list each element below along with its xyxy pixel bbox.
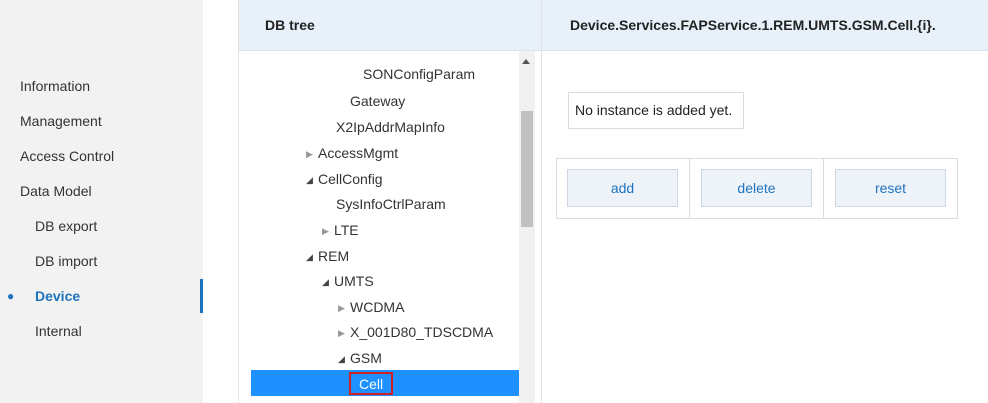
scrollbar-thumb[interactable]	[521, 111, 533, 227]
sidebar-item-information[interactable]: Information	[0, 69, 203, 103]
tree-node-label: X_001D80_TDSCDMA	[350, 324, 494, 340]
triangle-right-icon[interactable]: ▶	[322, 218, 334, 244]
sidebar-item-label: Internal	[35, 323, 82, 339]
sidebar-item-label: Information	[20, 78, 91, 94]
triangle-right-icon[interactable]: ▶	[306, 141, 318, 167]
empty-instance-notice: No instance is added yet.	[568, 92, 744, 129]
tree-node-gateway[interactable]: Gateway	[350, 88, 405, 114]
tree-node-sonconfigparam[interactable]: SONConfigParam	[363, 61, 475, 87]
action-buttons: add delete reset	[556, 158, 958, 219]
tree-node-cell[interactable]: Cell	[251, 370, 519, 396]
tree-node-label: REM	[318, 248, 350, 264]
sidebar-item-label: Data Model	[20, 183, 92, 199]
tree-node-sysinfoctrlparam[interactable]: SysInfoCtrlParam	[336, 191, 446, 217]
tree-node-label: SysInfoCtrlParam	[336, 196, 446, 212]
sidebar: Information Management Access Control Da…	[0, 0, 203, 403]
db-tree-panel: DB tree SONConfigParam Gateway X2IpAddrM…	[238, 0, 542, 403]
sidebar-item-db-export[interactable]: DB export	[0, 209, 203, 243]
sidebar-item-label: Access Control	[20, 148, 115, 164]
tree-node-gsm[interactable]: ◢ GSM	[338, 345, 382, 371]
tree-node-wcdma[interactable]: ▶ WCDMA	[338, 294, 404, 320]
sidebar-item-label: Device	[35, 288, 81, 304]
sidebar-item-data-model[interactable]: Data Model	[0, 174, 203, 208]
tree-node-accessmgmt[interactable]: ▶ AccessMgmt	[306, 140, 398, 166]
tree-node-label: Gateway	[350, 93, 406, 109]
delete-cell: delete	[690, 159, 824, 218]
sidebar-item-label: Management	[20, 113, 102, 129]
tree-node-label: GSM	[350, 350, 382, 366]
scroll-up-arrow-icon[interactable]	[522, 59, 530, 64]
tree-node-label: UMTS	[334, 273, 374, 289]
tree-node-label: SONConfigParam	[363, 66, 476, 82]
add-cell: add	[557, 159, 690, 218]
db-tree-header: DB tree	[239, 0, 541, 51]
object-path-header: Device.Services.FAPService.1.REM.UMTS.GS…	[542, 0, 988, 51]
tree-node-label: AccessMgmt	[318, 145, 399, 161]
db-tree: SONConfigParam Gateway X2IpAddrMapInfo ▶…	[239, 51, 541, 403]
sidebar-item-access-control[interactable]: Access Control	[0, 139, 203, 173]
sidebar-item-device[interactable]: ● Device	[0, 279, 203, 313]
tree-node-cellconfig[interactable]: ◢ CellConfig	[306, 166, 383, 192]
tree-scrollbar[interactable]	[519, 51, 535, 403]
tree-node-label: WCDMA	[350, 299, 405, 315]
sidebar-item-db-import[interactable]: DB import	[0, 244, 203, 278]
add-button[interactable]: add	[567, 169, 678, 207]
tree-node-label: X2IpAddrMapInfo	[336, 119, 445, 135]
detail-panel: Device.Services.FAPService.1.REM.UMTS.GS…	[542, 0, 988, 403]
triangle-right-icon[interactable]: ▶	[338, 320, 350, 346]
triangle-down-icon[interactable]: ◢	[306, 244, 318, 270]
sidebar-item-label: DB import	[35, 253, 98, 269]
sidebar-item-management[interactable]: Management	[0, 104, 203, 138]
reset-cell: reset	[824, 159, 957, 218]
triangle-down-icon[interactable]: ◢	[338, 346, 350, 372]
tree-node-x2ipaddrmapinfo[interactable]: X2IpAddrMapInfo	[336, 114, 445, 140]
reset-button[interactable]: reset	[835, 169, 946, 207]
tree-node-lte[interactable]: ▶ LTE	[322, 217, 359, 243]
tree-node-label: CellConfig	[318, 171, 383, 187]
tree-node-x-001d80-tdscdma[interactable]: ▶ X_001D80_TDSCDMA	[338, 319, 493, 345]
tree-node-label: Cell	[349, 372, 394, 395]
sidebar-item-internal[interactable]: Internal	[0, 314, 203, 348]
sidebar-item-label: DB export	[35, 218, 98, 234]
active-bullet-icon: ●	[7, 289, 15, 303]
tree-node-umts[interactable]: ◢ UMTS	[322, 268, 374, 294]
active-indicator	[200, 279, 203, 313]
tree-node-rem[interactable]: ◢ REM	[306, 243, 349, 269]
delete-button[interactable]: delete	[701, 169, 812, 207]
triangle-down-icon[interactable]: ◢	[322, 269, 334, 295]
tree-node-label: LTE	[334, 222, 359, 238]
triangle-down-icon[interactable]: ◢	[306, 167, 318, 193]
triangle-right-icon[interactable]: ▶	[338, 295, 350, 321]
